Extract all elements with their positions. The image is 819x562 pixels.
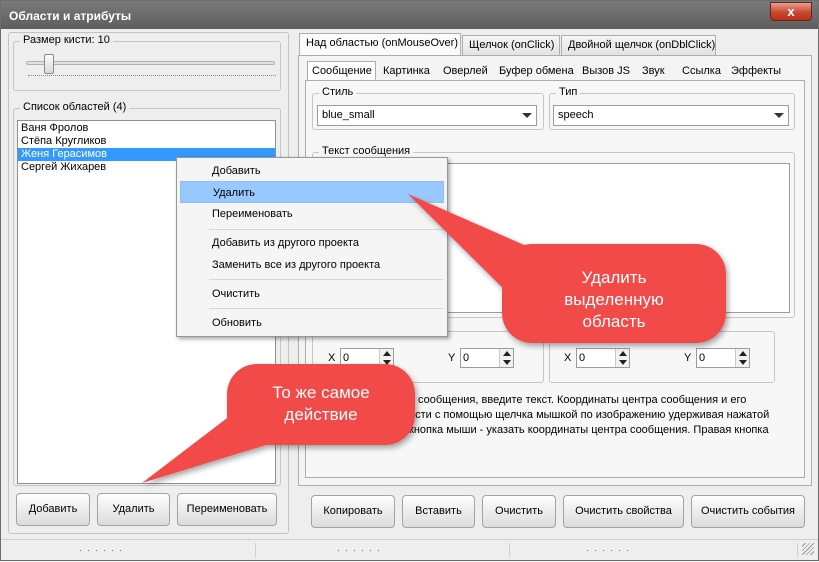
callout-same-text: То же самое действие (227, 382, 415, 426)
callout-line: То же самое (272, 383, 370, 402)
callout-line: Удалить (581, 268, 647, 287)
callout-line: область (582, 312, 646, 331)
callout-delete-text: Удалить выделенную область (502, 267, 726, 333)
callout-line: выделенную (564, 290, 664, 309)
callout-line: действие (284, 405, 358, 424)
dialog-window: Области и атрибуты x Размер кисти: 10 Сп… (0, 0, 819, 561)
